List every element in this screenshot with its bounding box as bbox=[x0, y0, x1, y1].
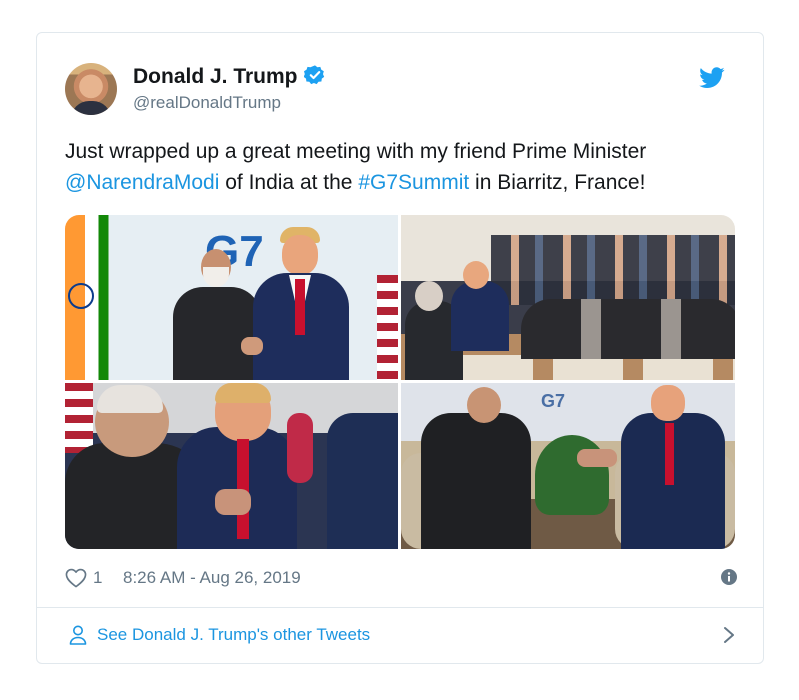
plant bbox=[535, 435, 609, 515]
handshake-2 bbox=[215, 489, 251, 515]
person-trump-hair-2 bbox=[215, 383, 271, 403]
back-of-heads bbox=[521, 299, 735, 359]
person-modi-body bbox=[173, 287, 261, 380]
person-background-red bbox=[287, 413, 313, 483]
divider bbox=[37, 607, 763, 608]
person-trump-tie bbox=[295, 279, 305, 335]
display-name[interactable]: Donald J. Trump bbox=[133, 64, 298, 90]
author-names[interactable]: Donald J. Trump @realDonaldTrump bbox=[133, 64, 326, 114]
handshake bbox=[241, 337, 263, 355]
heart-icon[interactable] bbox=[65, 568, 87, 588]
verified-badge-icon bbox=[303, 65, 324, 85]
attendee-row bbox=[491, 235, 735, 305]
photo-4[interactable]: G7 bbox=[401, 383, 735, 549]
avatar[interactable] bbox=[65, 63, 117, 115]
photo-2[interactable] bbox=[401, 215, 735, 380]
person-trump-head bbox=[282, 235, 318, 275]
us-flag-2 bbox=[65, 383, 93, 453]
person-modi-hair-2 bbox=[97, 385, 163, 413]
person-modi-beard bbox=[203, 267, 229, 287]
handle[interactable]: @realDonaldTrump bbox=[133, 92, 326, 114]
tweet-text-mid: of India at the bbox=[219, 171, 359, 194]
person-trump-seated bbox=[451, 281, 509, 351]
timestamp[interactable]: 8:26 AM - Aug 26, 2019 bbox=[123, 567, 301, 589]
ashoka-chakra-icon bbox=[68, 283, 94, 309]
person-background-right bbox=[327, 413, 398, 549]
person-modi-seated-head-2 bbox=[467, 387, 501, 423]
tweet-header: Donald J. Trump @realDonaldTrump bbox=[65, 61, 725, 117]
like-count[interactable]: 1 bbox=[93, 567, 102, 589]
handshake-3 bbox=[577, 449, 617, 467]
person-modi-seated-2 bbox=[421, 413, 531, 549]
tweet-text: Just wrapped up a great meeting with my … bbox=[65, 136, 737, 198]
tweet-text-line1: Just wrapped up a great meeting with my … bbox=[65, 140, 647, 163]
see-more-label[interactable]: See Donald J. Trump's other Tweets bbox=[97, 624, 370, 646]
person-trump-seated-head bbox=[463, 261, 489, 289]
mention-link[interactable]: @NarendraModi bbox=[65, 171, 219, 194]
photo-3[interactable] bbox=[65, 383, 398, 549]
us-flag bbox=[377, 275, 398, 380]
see-more-tweets-link[interactable]: See Donald J. Trump's other Tweets bbox=[65, 623, 737, 649]
photo-1[interactable]: G7 bbox=[65, 215, 398, 380]
person-trump-tie-3 bbox=[665, 423, 674, 485]
photo-grid: G7 G7 bbox=[65, 215, 735, 549]
hashtag-link[interactable]: #G7Summit bbox=[358, 171, 469, 194]
info-icon[interactable] bbox=[721, 569, 737, 585]
person-trump-seated-head-2 bbox=[651, 385, 685, 421]
person-icon bbox=[69, 625, 87, 645]
g7-backdrop-sign: G7 bbox=[541, 391, 566, 411]
person-modi-seated-head bbox=[415, 281, 443, 311]
avatar-suit bbox=[71, 101, 111, 115]
twitter-bird-icon[interactable] bbox=[699, 67, 725, 89]
tweet-footer: 1 8:26 AM - Aug 26, 2019 bbox=[65, 566, 737, 592]
embedded-tweet-card[interactable]: Donald J. Trump @realDonaldTrump Just wr… bbox=[36, 32, 764, 664]
chevron-right-icon[interactable] bbox=[723, 626, 735, 644]
tweet-text-end: in Biarritz, France! bbox=[469, 171, 646, 194]
